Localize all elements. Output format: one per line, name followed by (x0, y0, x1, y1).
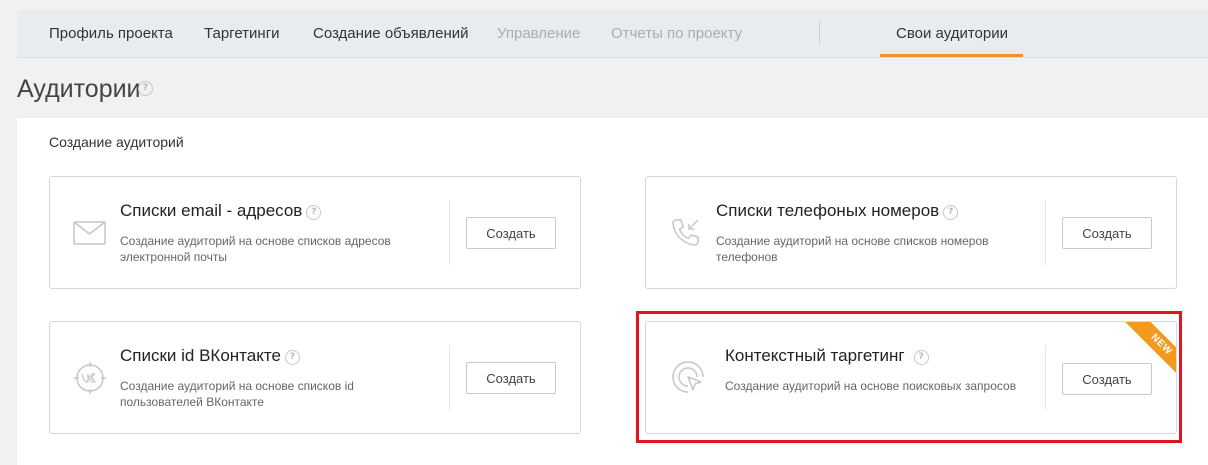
card-contextual-targeting: Контекстный таргетинг? Создание аудитори… (645, 321, 1177, 434)
card-description: Создание аудиторий на основе списков id … (120, 379, 354, 409)
create-button[interactable]: Создать (1062, 217, 1152, 249)
card-title: Контекстный таргетинг? (725, 346, 929, 366)
nav-tab-own-audiences[interactable]: Свои аудитории (896, 10, 1008, 57)
vk-icon (72, 359, 108, 395)
card-title: Списки id ВКонтакте? (120, 346, 300, 366)
envelope-icon (72, 214, 108, 250)
nav-tab-project-profile[interactable]: Профиль проекта (49, 10, 173, 57)
new-badge: NEW (1122, 322, 1176, 384)
card-divider (1045, 200, 1046, 265)
help-icon[interactable]: ? (913, 350, 929, 365)
top-navigation: Профиль проекта Таргетинги Создание объя… (17, 10, 1208, 58)
card-description: Создание аудиторий на основе списков адр… (120, 234, 391, 264)
help-icon[interactable]: ? (138, 81, 153, 96)
card-title-text: Списки телефоных номеров (716, 201, 940, 220)
card-title-text: Списки email - адресов (120, 201, 303, 220)
section-title: Создание аудиторий (49, 134, 184, 150)
card-vk-id-lists: Списки id ВКонтакте? Создание аудиторий … (49, 321, 581, 434)
help-icon[interactable]: ? (306, 205, 322, 220)
page-title: Аудитории (17, 75, 141, 103)
phone-icon (668, 214, 704, 250)
create-button[interactable]: Создать (466, 217, 556, 249)
nav-tab-targetings[interactable]: Таргетинги (204, 10, 280, 57)
help-icon[interactable]: ? (943, 205, 959, 220)
card-description: Создание аудиторий на основе поисковых з… (725, 379, 1017, 393)
nav-tab-project-reports: Отчеты по проекту (611, 25, 743, 42)
card-title-text: Контекстный таргетинг (725, 346, 905, 365)
nav-divider (819, 21, 820, 45)
nav-active-indicator (880, 54, 1023, 57)
card-email-lists: Списки email - адресов? Создание аудитор… (49, 176, 581, 289)
card-description: Создание аудиторий на основе списков ном… (716, 234, 989, 264)
card-divider (1045, 345, 1046, 410)
nav-tab-ad-creation[interactable]: Создание объявлений (313, 10, 469, 57)
nav-tab-management: Управление (497, 25, 581, 42)
card-title: Списки телефоных номеров? (716, 201, 959, 221)
card-title-text: Списки id ВКонтакте (120, 346, 281, 365)
target-cursor-icon (670, 359, 706, 395)
new-badge-ribbon: NEW (1112, 322, 1176, 386)
create-button[interactable]: Создать (466, 362, 556, 394)
card-divider (449, 200, 450, 265)
card-title: Списки email - адресов? (120, 201, 322, 221)
card-phone-lists: Списки телефоных номеров? Создание аудит… (645, 176, 1177, 289)
card-divider (449, 345, 450, 410)
help-icon[interactable]: ? (284, 350, 300, 365)
